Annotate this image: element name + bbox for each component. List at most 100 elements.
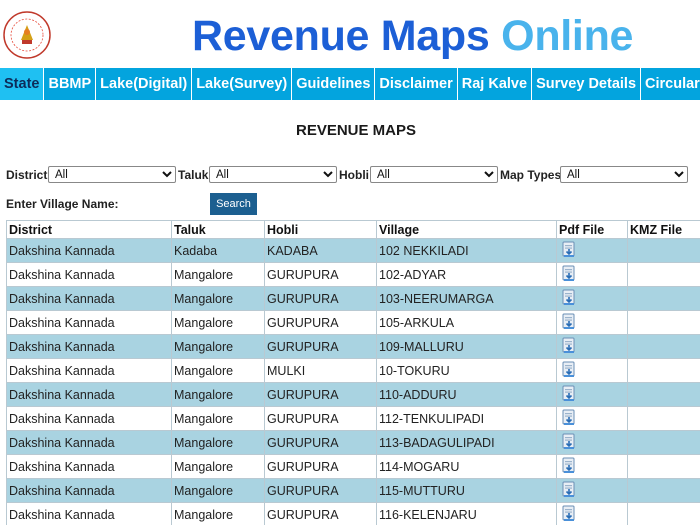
kmz-file-cell	[627, 478, 700, 503]
taluk-cell: Mangalore	[171, 406, 265, 431]
taluk-label: Taluk	[178, 168, 209, 182]
pdf-download-icon[interactable]	[561, 313, 577, 333]
pdf-download-icon[interactable]	[561, 505, 577, 525]
village-cell: 114-MOGARU	[376, 454, 557, 479]
nav-item-disclaimer[interactable]: Disclaimer	[375, 68, 458, 100]
district-cell: Dakshina Kannada	[6, 382, 172, 407]
filter-bar: District All Taluk All Hobli All Map Typ…	[6, 166, 700, 184]
village-cell: 112-TENKULIPADI	[376, 406, 557, 431]
kmz-file-cell	[627, 430, 700, 455]
column-header-pdf-file: Pdf File	[556, 220, 628, 239]
column-header-hobli: Hobli	[264, 220, 377, 239]
table-row: Dakshina Kannada Mangalore GURUPURA 102-ADY…	[6, 262, 700, 287]
district-cell: Dakshina Kannada	[6, 478, 172, 503]
nav-item-guidelines[interactable]: Guidelines	[292, 68, 376, 100]
taluk-cell: Mangalore	[171, 430, 265, 455]
pdf-file-cell	[556, 478, 628, 503]
search-button[interactable]: Search	[210, 193, 257, 215]
brand-title-part1: Revenue Maps	[192, 12, 490, 60]
district-cell: Dakshina Kannada	[6, 358, 172, 383]
village-name-label: Enter Village Name:	[6, 197, 119, 211]
pdf-file-cell	[556, 430, 628, 455]
hobli-cell: GURUPURA	[264, 406, 377, 431]
taluk-cell: Mangalore	[171, 358, 265, 383]
pdf-download-icon[interactable]	[561, 241, 577, 261]
pdf-download-icon[interactable]	[561, 265, 577, 285]
hobli-cell: GURUPURA	[264, 382, 377, 407]
table-body: Dakshina Kannada Kadaba KADABA 102 NEKKILAD…	[6, 238, 700, 525]
nav-item-lake-digital[interactable]: Lake(Digital)	[96, 68, 193, 100]
district-cell: Dakshina Kannada	[6, 334, 172, 359]
hobli-cell: GURUPURA	[264, 262, 377, 287]
pdf-download-icon[interactable]	[561, 289, 577, 309]
pdf-file-cell	[556, 238, 628, 263]
pdf-file-cell	[556, 334, 628, 359]
nav-item-lake-survey[interactable]: Lake(Survey)	[192, 68, 293, 100]
karnataka-emblem-logo	[2, 10, 52, 60]
nav-item-circular[interactable]: Circular	[641, 68, 700, 100]
village-cell: 116-KELENJARU	[376, 502, 557, 525]
table-row: Dakshina Kannada Mangalore GURUPURA 114-MOG…	[6, 454, 700, 479]
hobli-cell: GURUPURA	[264, 478, 377, 503]
pdf-download-icon[interactable]	[561, 481, 577, 501]
kmz-file-cell	[627, 286, 700, 311]
hobli-label: Hobli	[339, 168, 369, 182]
village-name-input[interactable]	[122, 193, 210, 215]
village-search-row: Enter Village Name: Search	[6, 193, 306, 215]
table-row: Dakshina Kannada Mangalore GURUPURA 113-BAD…	[6, 430, 700, 455]
table-row: Dakshina Kannada Kadaba KADABA 102 NEKKILAD…	[6, 238, 700, 263]
nav-item-raj-kalve[interactable]: Raj Kalve	[458, 68, 533, 100]
taluk-cell: Mangalore	[171, 334, 265, 359]
table-row: Dakshina Kannada Mangalore GURUPURA 110-ADD…	[6, 382, 700, 407]
kmz-file-cell	[627, 238, 700, 263]
district-cell: Dakshina Kannada	[6, 406, 172, 431]
kmz-file-cell	[627, 334, 700, 359]
taluk-cell: Mangalore	[171, 454, 265, 479]
pdf-download-icon[interactable]	[561, 409, 577, 429]
pdf-download-icon[interactable]	[561, 361, 577, 381]
pdf-file-cell	[556, 286, 628, 311]
nav-item-bbmp[interactable]: BBMP	[44, 68, 97, 100]
village-cell: 113-BADAGULIPADI	[376, 430, 557, 455]
taluk-select[interactable]: All	[209, 166, 337, 183]
district-select[interactable]: All	[48, 166, 176, 183]
kmz-file-cell	[627, 502, 700, 525]
table-row: Dakshina Kannada Mangalore GURUPURA 116-KEL…	[6, 502, 700, 525]
taluk-cell: Mangalore	[171, 478, 265, 503]
pdf-file-cell	[556, 454, 628, 479]
district-cell: Dakshina Kannada	[6, 310, 172, 335]
table-row: Dakshina Kannada Mangalore GURUPURA 103-NEE…	[6, 286, 700, 311]
pdf-download-icon[interactable]	[561, 337, 577, 357]
table-row: Dakshina Kannada Mangalore GURUPURA 109-MAL…	[6, 334, 700, 359]
pdf-file-cell	[556, 262, 628, 287]
pdf-file-cell	[556, 382, 628, 407]
taluk-cell: Mangalore	[171, 286, 265, 311]
village-cell: 109-MALLURU	[376, 334, 557, 359]
nav-item-survey-details[interactable]: Survey Details	[532, 68, 642, 100]
revenue-maps-table: District Taluk Hobli Village Pdf File KM…	[6, 220, 700, 525]
column-header-village: Village	[376, 220, 557, 239]
village-cell: 102 NEKKILADI	[376, 238, 557, 263]
taluk-cell: Mangalore	[171, 382, 265, 407]
pdf-file-cell	[556, 310, 628, 335]
map-types-select[interactable]: All	[560, 166, 688, 183]
district-cell: Dakshina Kannada	[6, 238, 172, 263]
district-cell: Dakshina Kannada	[6, 430, 172, 455]
hobli-cell: GURUPURA	[264, 430, 377, 455]
taluk-cell: Mangalore	[171, 262, 265, 287]
column-header-kmz-file: KMZ File	[627, 220, 700, 239]
table-row: Dakshina Kannada Mangalore MULKI 10-TOKURU	[6, 358, 700, 383]
site-header: Revenue Maps Online	[0, 0, 700, 68]
column-header-district: District	[6, 220, 172, 239]
map-types-label: Map Types	[500, 168, 562, 182]
pdf-download-icon[interactable]	[561, 457, 577, 477]
table-row: Dakshina Kannada Mangalore GURUPURA 112-TEN…	[6, 406, 700, 431]
site-brand-title: Revenue Maps Online	[192, 12, 633, 61]
pdf-download-icon[interactable]	[561, 433, 577, 453]
kmz-file-cell	[627, 358, 700, 383]
kmz-file-cell	[627, 406, 700, 431]
district-cell: Dakshina Kannada	[6, 502, 172, 525]
pdf-download-icon[interactable]	[561, 385, 577, 405]
hobli-select[interactable]: All	[370, 166, 498, 183]
nav-item-state[interactable]: State	[0, 68, 45, 100]
